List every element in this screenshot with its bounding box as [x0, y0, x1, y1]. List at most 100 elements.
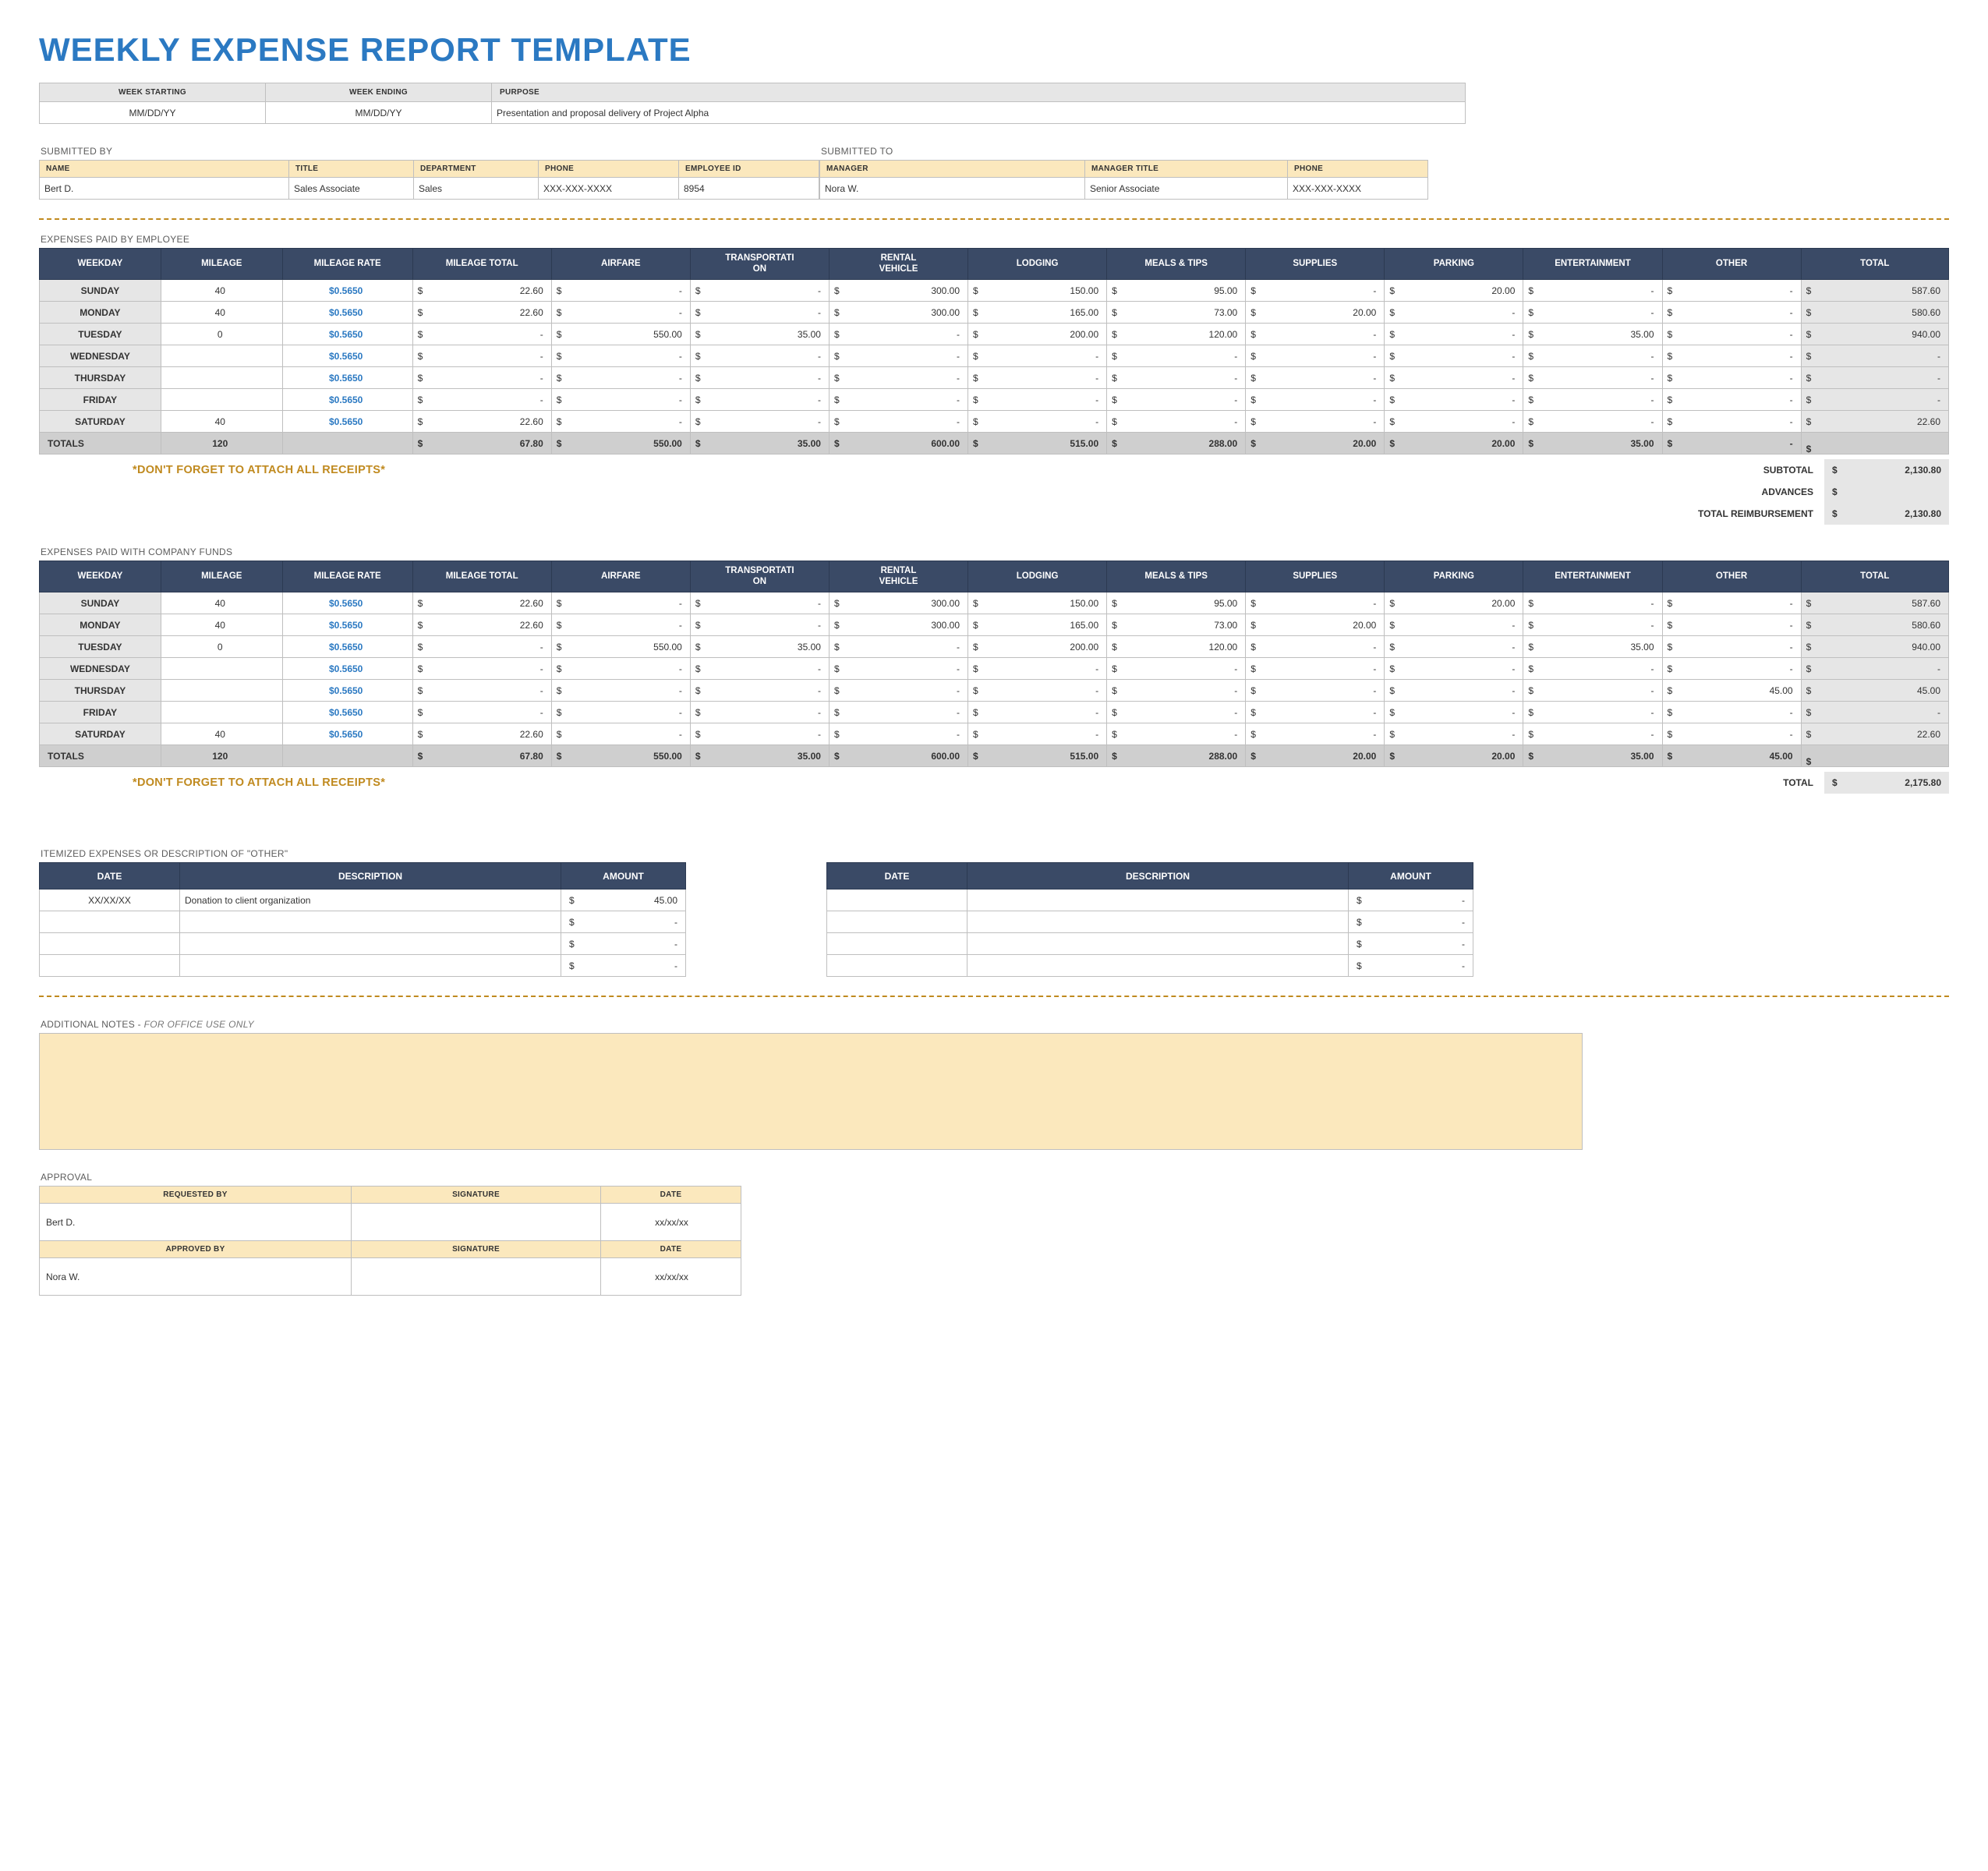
value-cell[interactable]: -	[1385, 680, 1523, 702]
rate-cell[interactable]: $0.5650	[282, 367, 412, 389]
value-cell[interactable]: -	[551, 280, 690, 302]
value-cell[interactable]: -	[1523, 389, 1662, 411]
value-cell[interactable]: 200.00	[968, 324, 1107, 345]
value-cell[interactable]: -	[1523, 723, 1662, 745]
itemized-desc[interactable]	[180, 911, 561, 933]
itemized-amount[interactable]: -	[1349, 911, 1473, 933]
mileage-cell[interactable]: 40	[161, 592, 282, 614]
value-cell[interactable]: -	[690, 389, 829, 411]
value-cell[interactable]: -	[1107, 680, 1246, 702]
mileage-cell[interactable]: 0	[161, 636, 282, 658]
itemized-amount[interactable]: -	[1349, 955, 1473, 977]
value-cell[interactable]: -	[1523, 592, 1662, 614]
value-cell[interactable]: -	[1523, 680, 1662, 702]
value-cell[interactable]: -	[551, 702, 690, 723]
value-cell[interactable]: -	[1662, 280, 1801, 302]
itemized-desc[interactable]	[967, 890, 1349, 911]
value-cell[interactable]: -	[1523, 280, 1662, 302]
meta-week-end[interactable]: MM/DD/YY	[266, 102, 492, 124]
rate-cell[interactable]: $0.5650	[282, 636, 412, 658]
value-cell[interactable]: -	[690, 680, 829, 702]
rate-cell[interactable]: $0.5650	[282, 723, 412, 745]
value-cell[interactable]: -	[551, 389, 690, 411]
value-cell[interactable]: 300.00	[829, 614, 967, 636]
itemized-date[interactable]	[827, 933, 967, 955]
app-requested-by[interactable]: Bert D.	[40, 1204, 352, 1241]
value-cell[interactable]: -	[968, 389, 1107, 411]
value-cell[interactable]: -	[1385, 723, 1523, 745]
value-cell[interactable]: -	[551, 411, 690, 433]
value-cell[interactable]: -	[1662, 723, 1801, 745]
value-cell[interactable]: -	[1107, 367, 1246, 389]
by-name[interactable]: Bert D.	[40, 178, 289, 200]
itemized-desc[interactable]	[967, 911, 1349, 933]
notes-box[interactable]	[39, 1033, 1583, 1150]
mileage-cell[interactable]	[161, 389, 282, 411]
value-cell[interactable]: -	[1385, 302, 1523, 324]
meta-week-start[interactable]: MM/DD/YY	[40, 102, 266, 124]
value-cell[interactable]: -	[690, 345, 829, 367]
value-cell[interactable]: -	[1246, 324, 1385, 345]
value-cell[interactable]: -	[1246, 723, 1385, 745]
app-date2[interactable]: xx/xx/xx	[601, 1258, 741, 1296]
rate-cell[interactable]: $0.5650	[282, 280, 412, 302]
value-cell[interactable]: 45.00	[1662, 680, 1801, 702]
value-cell[interactable]: -	[690, 723, 829, 745]
value-cell[interactable]: -	[1385, 324, 1523, 345]
value-cell[interactable]: -	[551, 302, 690, 324]
value-cell[interactable]: -	[690, 702, 829, 723]
value-cell[interactable]: 73.00	[1107, 302, 1246, 324]
value-cell[interactable]: -	[690, 614, 829, 636]
value-cell[interactable]: -	[690, 367, 829, 389]
app-sig1[interactable]	[352, 1204, 601, 1241]
value-cell[interactable]: 120.00	[1107, 636, 1246, 658]
rate-cell[interactable]: $0.5650	[282, 614, 412, 636]
value-cell[interactable]: -	[1662, 702, 1801, 723]
rate-cell[interactable]: $0.5650	[282, 389, 412, 411]
value-cell[interactable]: -	[1662, 302, 1801, 324]
value-cell[interactable]: -	[1107, 658, 1246, 680]
itemized-amount[interactable]: 45.00	[561, 890, 686, 911]
app-date1[interactable]: xx/xx/xx	[601, 1204, 741, 1241]
value-cell[interactable]: -	[1246, 680, 1385, 702]
value-cell[interactable]: -	[1523, 702, 1662, 723]
value-cell[interactable]: -	[551, 345, 690, 367]
value-cell[interactable]: -	[968, 367, 1107, 389]
value-cell[interactable]: -	[1246, 345, 1385, 367]
value-cell[interactable]: 150.00	[968, 280, 1107, 302]
value-cell[interactable]: 20.00	[1385, 280, 1523, 302]
value-cell[interactable]: -	[829, 324, 967, 345]
itemized-date[interactable]	[827, 890, 967, 911]
value-cell[interactable]: -	[1523, 658, 1662, 680]
value-cell[interactable]: -	[551, 592, 690, 614]
value-cell[interactable]: -	[1246, 702, 1385, 723]
app-sig2[interactable]	[352, 1258, 601, 1296]
value-cell[interactable]: 300.00	[829, 280, 967, 302]
by-title[interactable]: Sales Associate	[289, 178, 414, 200]
itemized-date[interactable]	[40, 955, 180, 977]
itemized-date[interactable]	[827, 955, 967, 977]
value-cell[interactable]: -	[1107, 345, 1246, 367]
mileage-cell[interactable]: 40	[161, 280, 282, 302]
itemized-desc[interactable]	[180, 933, 561, 955]
mileage-cell[interactable]: 40	[161, 411, 282, 433]
value-cell[interactable]: -	[1385, 702, 1523, 723]
mileage-cell[interactable]: 40	[161, 614, 282, 636]
rate-cell[interactable]: $0.5650	[282, 680, 412, 702]
to-title[interactable]: Senior Associate	[1085, 178, 1288, 200]
value-cell[interactable]: -	[829, 389, 967, 411]
value-cell[interactable]: -	[968, 702, 1107, 723]
value-cell[interactable]: -	[968, 680, 1107, 702]
value-cell[interactable]: -	[1523, 345, 1662, 367]
rate-cell[interactable]: $0.5650	[282, 411, 412, 433]
mileage-cell[interactable]: 40	[161, 302, 282, 324]
value-cell[interactable]: -	[829, 658, 967, 680]
value-cell[interactable]: -	[551, 614, 690, 636]
itemized-date[interactable]	[40, 911, 180, 933]
mileage-cell[interactable]	[161, 702, 282, 723]
value-cell[interactable]: 150.00	[968, 592, 1107, 614]
rate-cell[interactable]: $0.5650	[282, 324, 412, 345]
value-cell[interactable]: 550.00	[551, 636, 690, 658]
value-cell[interactable]: -	[690, 280, 829, 302]
value-cell[interactable]: -	[551, 658, 690, 680]
